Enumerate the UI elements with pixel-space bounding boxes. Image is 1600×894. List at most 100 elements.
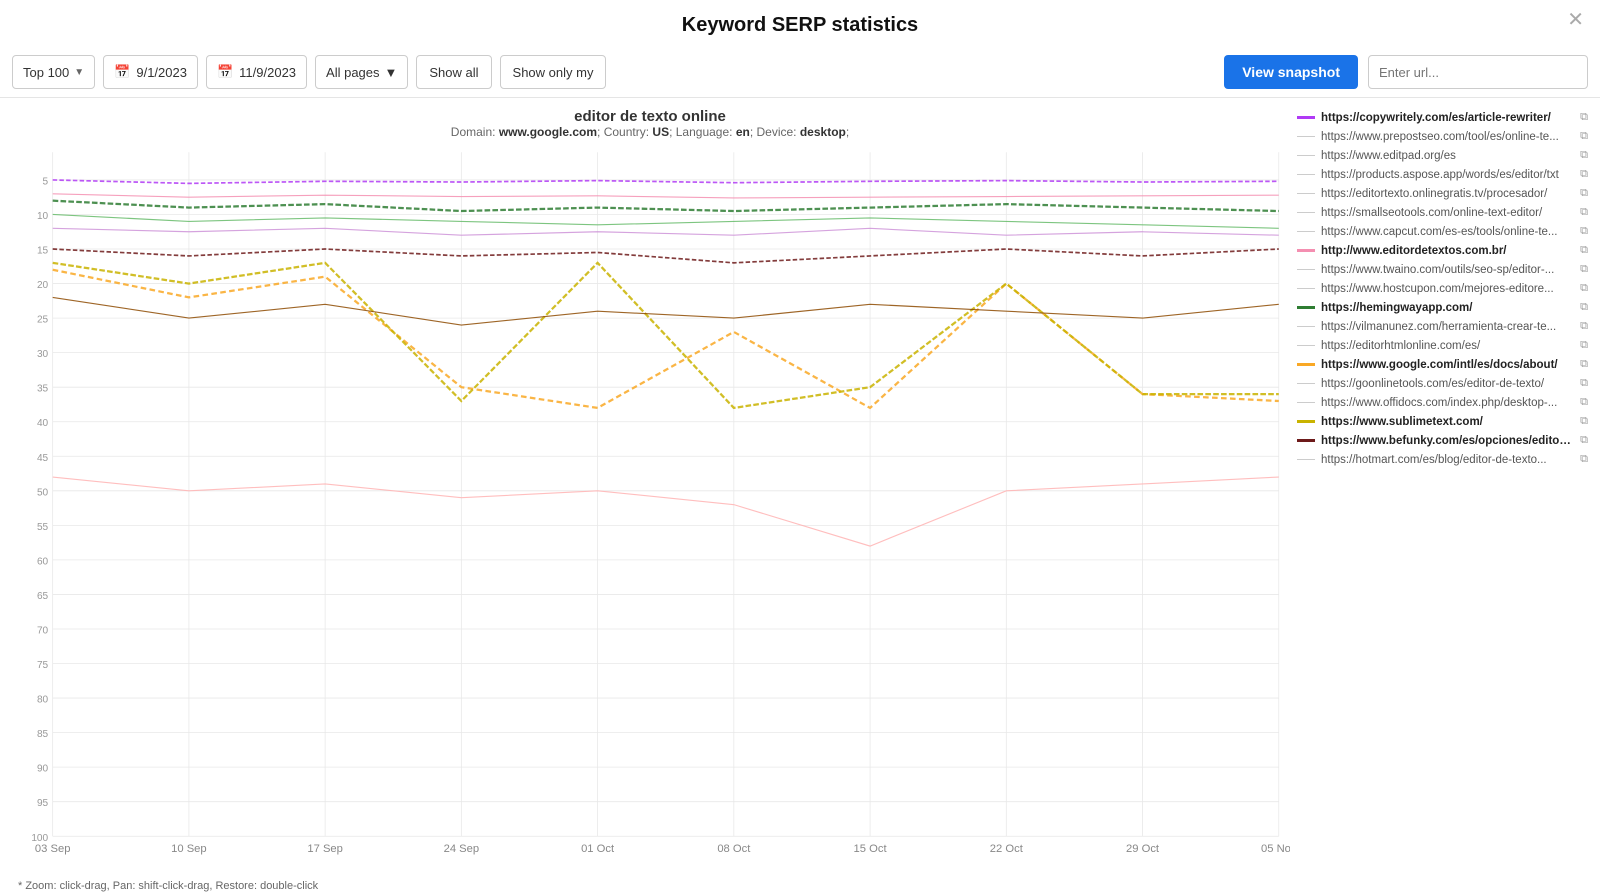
svg-text:01 Oct: 01 Oct	[581, 843, 615, 855]
svg-text:85: 85	[37, 729, 49, 740]
external-link-icon[interactable]: ⧉	[1580, 396, 1588, 409]
legend-url: https://www.offidocs.com/index.php/deskt…	[1321, 397, 1574, 409]
legend-item[interactable]: https://goonlinetools.com/es/editor-de-t…	[1295, 374, 1590, 393]
legend-item[interactable]: https://smallseotools.com/online-text-ed…	[1295, 203, 1590, 222]
svg-text:10: 10	[37, 211, 49, 222]
view-snapshot-button[interactable]: View snapshot	[1224, 55, 1358, 89]
external-link-icon[interactable]: ⧉	[1580, 282, 1588, 295]
external-link-icon[interactable]: ⧉	[1580, 453, 1588, 466]
svg-text:25: 25	[37, 315, 49, 326]
top100-dropdown[interactable]: Top 100 ▼	[12, 55, 95, 89]
svg-text:22 Oct: 22 Oct	[990, 843, 1024, 855]
svg-text:35: 35	[37, 384, 49, 395]
svg-text:90: 90	[37, 764, 49, 775]
svg-text:24 Sep: 24 Sep	[444, 843, 480, 855]
svg-text:60: 60	[37, 556, 49, 567]
url-search-input[interactable]	[1368, 55, 1588, 89]
allpages-dropdown[interactable]: All pages ▼	[315, 55, 408, 89]
svg-text:45: 45	[37, 453, 49, 464]
legend-url: https://www.prepostseo.com/tool/es/onlin…	[1321, 131, 1574, 143]
legend-url: https://www.google.com/intl/es/docs/abou…	[1321, 359, 1574, 371]
legend-url: https://www.hostcupon.com/mejores-editor…	[1321, 283, 1574, 295]
legend-item[interactable]: https://hemingwayapp.com/⧉	[1295, 298, 1590, 317]
legend-url: https://products.aspose.app/words/es/edi…	[1321, 169, 1574, 181]
legend-url: https://goonlinetools.com/es/editor-de-t…	[1321, 378, 1574, 390]
external-link-icon[interactable]: ⧉	[1580, 225, 1588, 238]
date2-label: 11/9/2023	[239, 65, 296, 80]
external-link-icon[interactable]: ⧉	[1580, 358, 1588, 371]
legend-url: https://hotmart.com/es/blog/editor-de-te…	[1321, 454, 1574, 466]
chart-keyword: editor de texto online	[10, 108, 1290, 125]
legend-item[interactable]: https://www.sublimetext.com/ ⧉	[1295, 412, 1590, 431]
show-only-my-button[interactable]: Show only my	[500, 55, 607, 89]
legend-item[interactable]: https://www.hostcupon.com/mejores-editor…	[1295, 279, 1590, 298]
external-link-icon[interactable]: ⧉	[1580, 377, 1588, 390]
top100-arrow-icon: ▼	[74, 67, 84, 78]
chart-hint: * Zoom: click-drag, Pan: shift-click-dra…	[10, 876, 1290, 894]
external-link-icon[interactable]: ⧉	[1580, 263, 1588, 276]
external-link-icon[interactable]: ⧉	[1580, 339, 1588, 352]
legend-url: https://www.editpad.org/es	[1321, 150, 1574, 162]
legend-url: http://www.editordetextos.com.br/	[1321, 245, 1574, 257]
svg-text:95: 95	[37, 798, 49, 809]
allpages-label: All pages	[326, 65, 379, 80]
date2-picker[interactable]: 📅 11/9/2023	[206, 55, 307, 89]
calendar2-icon: 📅	[217, 64, 233, 80]
legend-item[interactable]: https://www.befunky.com/es/opciones/edit…	[1295, 431, 1590, 450]
chart-area[interactable]: 5101520253035404550556065707580859095100…	[10, 141, 1290, 876]
close-button[interactable]: ✕	[1567, 10, 1584, 30]
legend-item[interactable]: https://copywritely.com/es/article-rewri…	[1295, 108, 1590, 127]
legend-item[interactable]: https://www.editpad.org/es ⧉	[1295, 146, 1590, 165]
top100-label: Top 100	[23, 65, 69, 80]
svg-text:15 Oct: 15 Oct	[854, 843, 888, 855]
svg-text:75: 75	[37, 660, 49, 671]
legend-url: https://www.sublimetext.com/	[1321, 416, 1574, 428]
legend-url: https://www.twaino.com/outils/seo-sp/edi…	[1321, 264, 1574, 276]
legend-url: https://copywritely.com/es/article-rewri…	[1321, 112, 1574, 124]
legend-item[interactable]: https://editortexto.onlinegratis.tv/proc…	[1295, 184, 1590, 203]
external-link-icon[interactable]: ⧉	[1580, 206, 1588, 219]
legend-item[interactable]: https://hotmart.com/es/blog/editor-de-te…	[1295, 450, 1590, 469]
legend-item[interactable]: https://www.offidocs.com/index.php/deskt…	[1295, 393, 1590, 412]
svg-text:50: 50	[37, 487, 49, 498]
page-title: Keyword SERP statistics	[0, 0, 1600, 47]
legend-item[interactable]: https://vilmanunez.com/herramienta-crear…	[1295, 317, 1590, 336]
legend-item[interactable]: http://www.editordetextos.com.br/ ⧉	[1295, 241, 1590, 260]
toolbar: Top 100 ▼ 📅 9/1/2023 📅 11/9/2023 All pag…	[0, 47, 1600, 98]
svg-text:15: 15	[37, 246, 49, 257]
external-link-icon[interactable]: ⧉	[1580, 187, 1588, 200]
allpages-arrow-icon: ▼	[385, 65, 398, 80]
legend-item[interactable]: https://www.prepostseo.com/tool/es/onlin…	[1295, 127, 1590, 146]
legend-item[interactable]: https://www.capcut.com/es-es/tools/onlin…	[1295, 222, 1590, 241]
svg-text:70: 70	[37, 625, 49, 636]
show-all-button[interactable]: Show all	[416, 55, 491, 89]
external-link-icon[interactable]: ⧉	[1580, 301, 1588, 314]
svg-text:29 Oct: 29 Oct	[1126, 843, 1160, 855]
svg-text:05 Nov: 05 Nov	[1261, 843, 1290, 855]
svg-text:40: 40	[37, 418, 49, 429]
legend-item[interactable]: https://www.google.com/intl/es/docs/abou…	[1295, 355, 1590, 374]
external-link-icon[interactable]: ⧉	[1580, 168, 1588, 181]
svg-text:30: 30	[37, 349, 49, 360]
external-link-icon[interactable]: ⧉	[1580, 320, 1588, 333]
external-link-icon[interactable]: ⧉	[1580, 244, 1588, 257]
legend-panel: https://copywritely.com/es/article-rewri…	[1290, 98, 1600, 829]
external-link-icon[interactable]: ⧉	[1580, 149, 1588, 162]
date1-label: 9/1/2023	[136, 65, 187, 80]
legend-item[interactable]: https://editorhtmlonline.com/es/⧉	[1295, 336, 1590, 355]
svg-text:5: 5	[43, 176, 49, 187]
chart-header: editor de texto online Domain: www.googl…	[10, 108, 1290, 139]
external-link-icon[interactable]: ⧉	[1580, 111, 1588, 124]
legend-url: https://www.befunky.com/es/opciones/edit…	[1321, 435, 1574, 447]
external-link-icon[interactable]: ⧉	[1580, 434, 1588, 447]
legend-item[interactable]: https://products.aspose.app/words/es/edi…	[1295, 165, 1590, 184]
svg-text:17 Sep: 17 Sep	[307, 843, 343, 855]
svg-text:65: 65	[37, 591, 49, 602]
legend-item[interactable]: https://www.twaino.com/outils/seo-sp/edi…	[1295, 260, 1590, 279]
external-link-icon[interactable]: ⧉	[1580, 130, 1588, 143]
date1-picker[interactable]: 📅 9/1/2023	[103, 55, 198, 89]
svg-text:20: 20	[37, 280, 49, 291]
external-link-icon[interactable]: ⧉	[1580, 415, 1588, 428]
svg-text:55: 55	[37, 522, 49, 533]
legend-url: https://vilmanunez.com/herramienta-crear…	[1321, 321, 1574, 333]
